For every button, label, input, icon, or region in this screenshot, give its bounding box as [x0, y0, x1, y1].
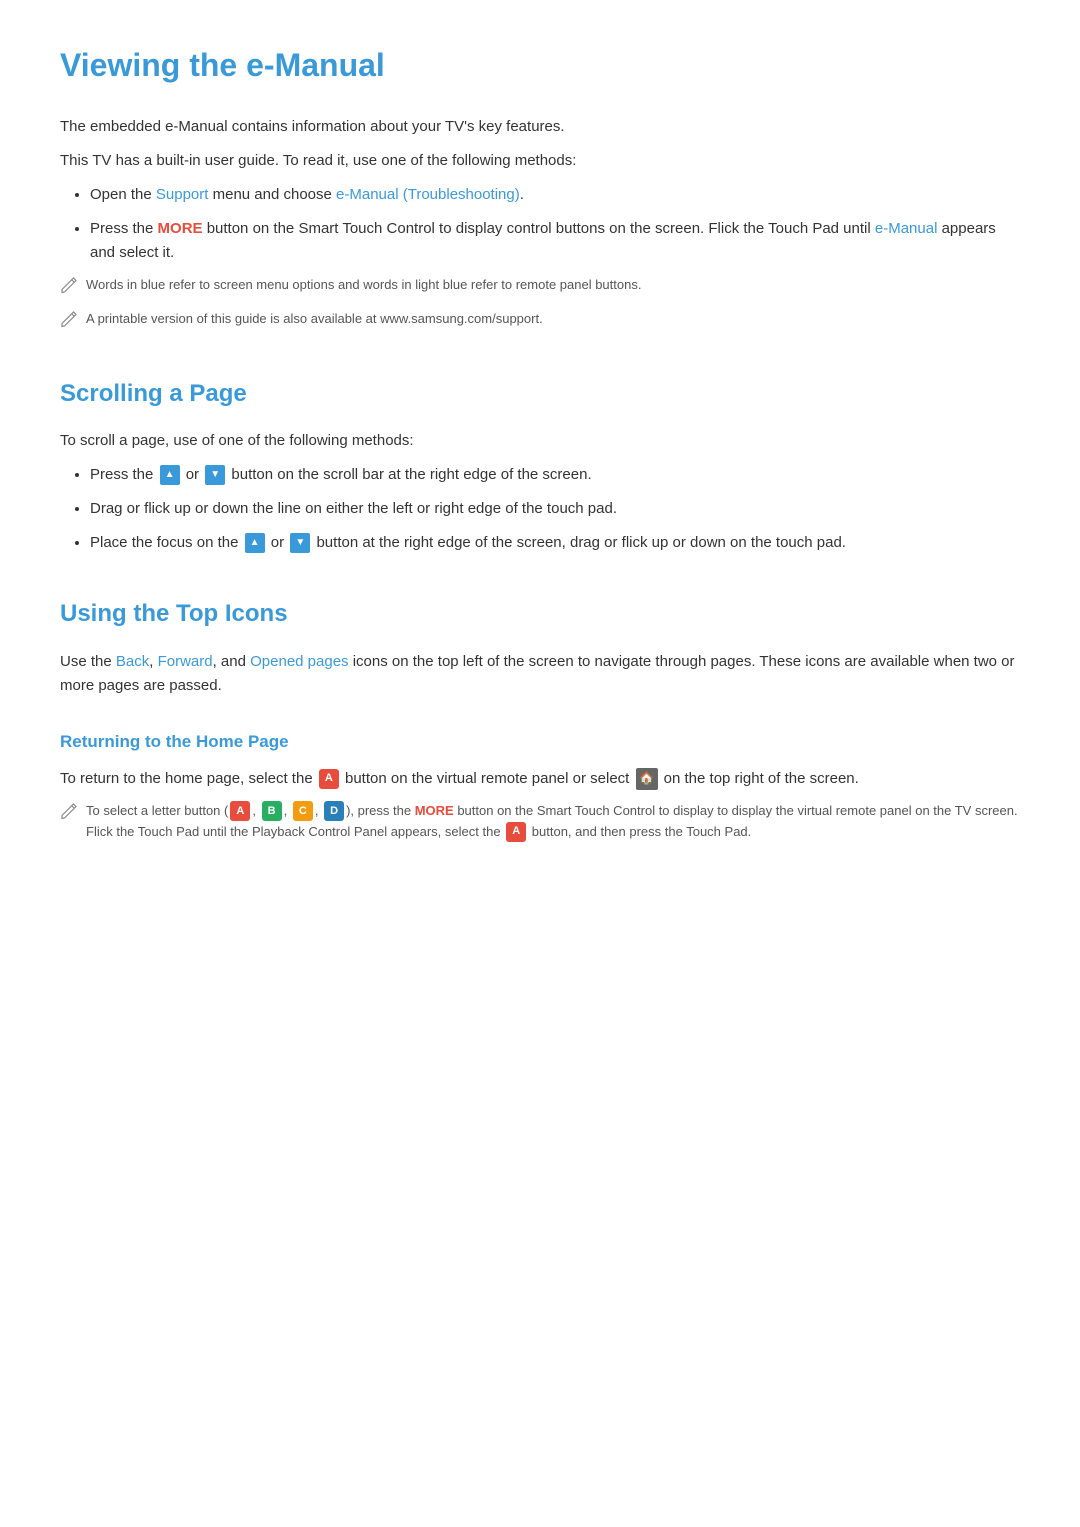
intro-bullets: Open the Support menu and choose e-Manua…	[90, 183, 1020, 265]
forward-link: Forward	[158, 653, 213, 670]
home-note-mid: ), press the	[346, 803, 415, 818]
opened-link: Opened pages	[250, 653, 348, 670]
scrolling-intro: To scroll a page, use of one of the foll…	[60, 429, 1020, 453]
top-icons-title: Using the Top Icons	[60, 595, 1020, 633]
scroll-b1-or: or	[182, 466, 204, 483]
emanual-link: e-Manual (Troubleshooting)	[336, 186, 520, 203]
top-icons-comma2: , and	[213, 653, 251, 670]
home-note-text: To select a letter button (A, B, C, D), …	[86, 801, 1020, 843]
top-icons-pre: Use the	[60, 653, 116, 670]
bullet2-pre: Press the	[90, 220, 158, 237]
bullet-2: Press the MORE button on the Smart Touch…	[90, 217, 1020, 265]
pencil-icon-2	[60, 310, 78, 335]
scroll-b1-pre: Press the	[90, 466, 158, 483]
a-button-ref: A	[319, 769, 339, 789]
home-intro: To return to the home page, select the A…	[60, 767, 1020, 791]
note-1-text: Words in blue refer to screen menu optio…	[86, 275, 641, 296]
arrow-down-2: ▼	[290, 533, 310, 553]
intro-line2: This TV has a built-in user guide. To re…	[60, 149, 1020, 173]
home-note-d: D	[324, 801, 344, 821]
more-button-ref: MORE	[158, 220, 203, 237]
home-note-c: C	[293, 801, 313, 821]
pencil-icon-3	[60, 802, 78, 827]
top-icons-intro: Use the Back, Forward, and Opened pages …	[60, 650, 1020, 698]
arrow-up-1: ▲	[160, 465, 180, 485]
back-link: Back	[116, 653, 149, 670]
note-2: A printable version of this guide is als…	[60, 309, 1020, 335]
scroll-bullet-3: Place the focus on the ▲ or ▼ button at …	[90, 531, 1020, 555]
more-btn-ref2: MORE	[415, 803, 454, 818]
top-icons-comma1: ,	[149, 653, 157, 670]
home-note-pre: To select a letter button (	[86, 803, 228, 818]
emanual-link-2: e-Manual	[875, 220, 938, 237]
home-note-a: A	[230, 801, 250, 821]
home-note-sep2: ,	[284, 803, 291, 818]
home-mid: button on the virtual remote panel or se…	[341, 770, 634, 787]
pencil-icon-1	[60, 276, 78, 301]
scroll-b1-end: button on the scroll bar at the right ed…	[227, 466, 591, 483]
bullet1-end: .	[520, 186, 524, 203]
intro-line1: The embedded e-Manual contains informati…	[60, 115, 1020, 139]
note-1: Words in blue refer to screen menu optio…	[60, 275, 1020, 301]
page-title: Viewing the e-Manual	[60, 40, 1020, 91]
scroll-bullet-2: Drag or flick up or down the line on eit…	[90, 497, 1020, 521]
scrolling-bullets: Press the ▲ or ▼ button on the scroll ba…	[90, 463, 1020, 555]
scroll-b3-pre: Place the focus on the	[90, 534, 243, 551]
scroll-b3-or: or	[267, 534, 289, 551]
scrolling-title: Scrolling a Page	[60, 375, 1020, 413]
note-2-text: A printable version of this guide is als…	[86, 309, 543, 330]
home-note-b: B	[262, 801, 282, 821]
bullet-1: Open the Support menu and choose e-Manua…	[90, 183, 1020, 207]
arrow-up-2: ▲	[245, 533, 265, 553]
home-note-sep3: ,	[315, 803, 322, 818]
bullet1-mid: menu and choose	[208, 186, 336, 203]
home-note-a2: A	[506, 822, 526, 842]
scroll-b3-end: button at the right edge of the screen, …	[312, 534, 846, 551]
home-end: on the top right of the screen.	[660, 770, 859, 787]
bullet2-mid: button on the Smart Touch Control to dis…	[203, 220, 875, 237]
bullet1-pre: Open the	[90, 186, 156, 203]
home-note-final: button, and then press the Touch Pad.	[528, 824, 751, 839]
home-note-sep1: ,	[252, 803, 259, 818]
scroll-bullet-1: Press the ▲ or ▼ button on the scroll ba…	[90, 463, 1020, 487]
home-note: To select a letter button (A, B, C, D), …	[60, 801, 1020, 843]
support-link: Support	[156, 186, 209, 203]
home-title: Returning to the Home Page	[60, 728, 1020, 755]
home-icon: 🏠	[636, 768, 658, 790]
home-pre: To return to the home page, select the	[60, 770, 317, 787]
arrow-down-1: ▼	[205, 465, 225, 485]
